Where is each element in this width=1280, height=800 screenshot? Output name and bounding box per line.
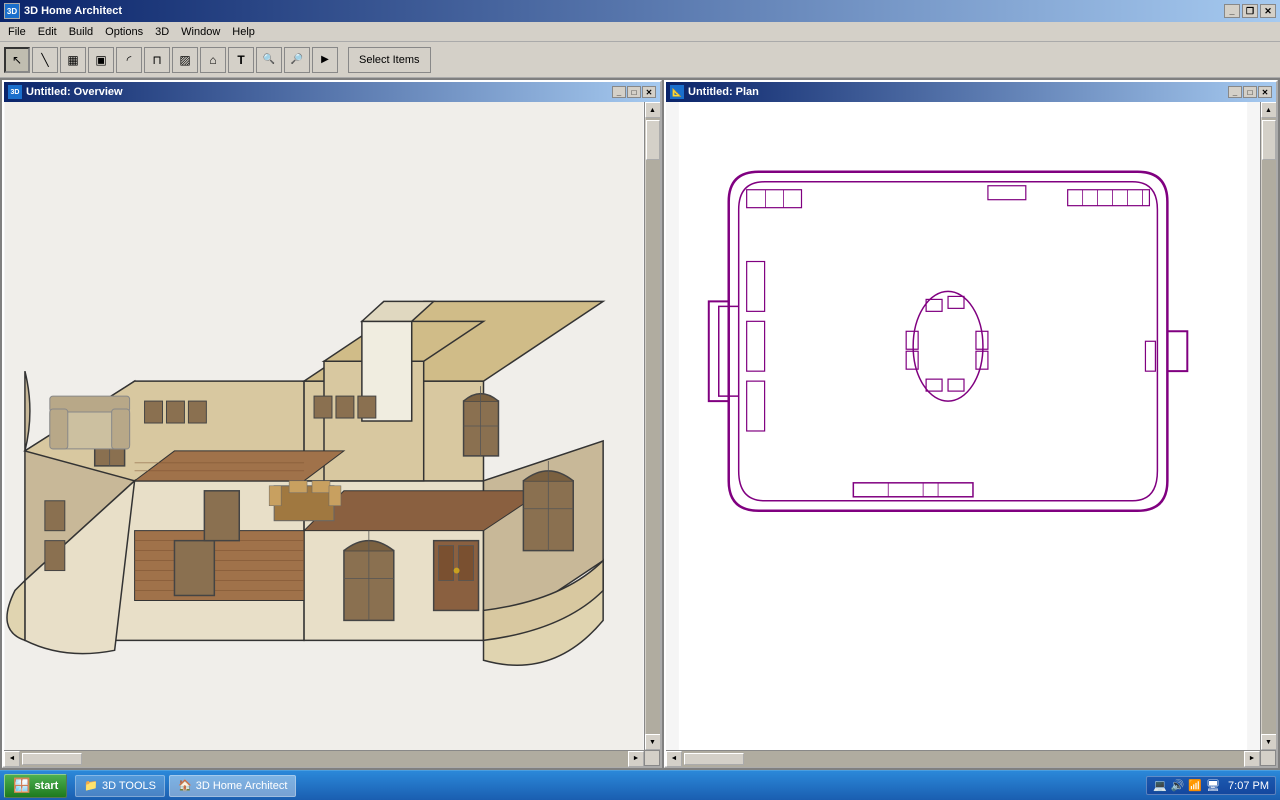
overview-content [4,102,644,750]
tool-select[interactable]: ↖ [4,47,30,73]
menu-build[interactable]: Build [63,24,99,40]
plan-scroll-track-h[interactable] [682,751,1244,767]
plan-close[interactable]: ✕ [1258,86,1272,98]
plan-title: Untitled: Plan [688,86,759,98]
overview-scroll-track-h[interactable] [20,751,628,767]
plan-icon: 📐 [670,85,684,99]
plan-scroll-thumb-v[interactable] [1262,120,1276,160]
tool-roof[interactable]: ⌂ [200,47,226,73]
taskbar-icon-2: 🔊 [1171,779,1185,792]
menu-help[interactable]: Help [226,24,261,40]
taskbar-time: 7:07 PM [1228,780,1269,792]
app-title-bar: 3D 3D Home Architect _ ❐ ✕ [0,0,1280,22]
floor-plan-view [666,102,1260,750]
overview-corner [644,750,660,766]
overview-window: 3D Untitled: Overview _ □ ✕ [2,80,662,768]
menu-3d[interactable]: 3D [149,24,175,40]
plan-scroll-right[interactable]: ► [1244,751,1260,767]
tool-hatch[interactable]: ▨ [172,47,198,73]
app-title: 3D Home Architect [24,5,122,17]
overview-scroll-thumb-h[interactable] [22,753,82,765]
taskbar-3dtools-label: 3D TOOLS [102,780,156,792]
menu-file[interactable]: File [2,24,32,40]
select-items-button[interactable]: Select Items [348,47,431,73]
overview-window-controls: _ □ ✕ [612,86,656,98]
start-label: start [34,780,58,792]
menu-bar: File Edit Build Options 3D Window Help [0,22,1280,42]
overview-scroll-left[interactable]: ◄ [4,751,20,767]
taskbar-icon-4: 🖥 [1206,779,1220,792]
overview-close[interactable]: ✕ [642,86,656,98]
tool-door[interactable]: ⊓ [144,47,170,73]
overview-minimize[interactable]: _ [612,86,626,98]
plan-content [666,102,1260,750]
taskbar-architect-icon: 🏠 [178,779,192,792]
tool-zoom-out[interactable]: 🔎 [284,47,310,73]
overview-icon: 3D [8,85,22,99]
plan-scroll-down[interactable]: ▼ [1261,734,1277,750]
taskbar-3dtools-icon: 📁 [84,779,98,792]
taskbar: 🪟 start 📁 3D TOOLS 🏠 3D Home Architect 💻… [0,770,1280,800]
plan-bottom-row: ◄ ► [666,750,1276,766]
plan-scroll-thumb-h[interactable] [684,753,744,765]
overview-bottom-row: ◄ ► [4,750,660,766]
plan-window-controls: _ □ ✕ [1228,86,1272,98]
app-window-controls: _ ❐ ✕ [1224,4,1276,18]
overview-title: Untitled: Overview [26,86,123,98]
plan-scroll-track-v[interactable] [1262,118,1276,734]
taskbar-architect-label: 3D Home Architect [196,780,288,792]
taskbar-items: 📁 3D TOOLS 🏠 3D Home Architect [75,775,1146,797]
taskbar-item-architect[interactable]: 🏠 3D Home Architect [169,775,296,797]
plan-corner [1260,750,1276,766]
menu-window[interactable]: Window [175,24,226,40]
overview-maximize[interactable]: □ [627,86,641,98]
toolbar: ↖ ╲ ▦ ▣ ◜ ⊓ ▨ ⌂ T 🔍 🔎 ▶ Select Items [0,42,1280,78]
overview-scroll-track-v[interactable] [646,118,660,734]
app-close-btn[interactable]: ✕ [1260,4,1276,18]
app-icon: 3D [4,3,20,19]
house-3d-view [4,102,644,750]
taskbar-icon-3: 📶 [1188,779,1202,792]
overview-title-bar: 3D Untitled: Overview _ □ ✕ [4,82,660,102]
plan-scrollbar-v[interactable]: ▲ ▼ [1260,102,1276,750]
overview-scroll-up[interactable]: ▲ [645,102,661,118]
overview-scrollbar-v[interactable]: ▲ ▼ [644,102,660,750]
taskbar-icon-1: 💻 [1153,779,1167,792]
plan-window: 📐 Untitled: Plan _ □ ✕ [664,80,1278,768]
plan-title-bar: 📐 Untitled: Plan _ □ ✕ [666,82,1276,102]
overview-scroll-down[interactable]: ▼ [645,734,661,750]
taskbar-system-tray: 💻 🔊 📶 🖥 7:07 PM [1146,776,1276,795]
tool-wall[interactable]: ▣ [88,47,114,73]
taskbar-item-3dtools[interactable]: 📁 3D TOOLS [75,775,165,797]
menu-edit[interactable]: Edit [32,24,63,40]
tool-render[interactable]: ▶ [312,47,338,73]
overview-scroll-right[interactable]: ► [628,751,644,767]
overview-scroll-thumb-v[interactable] [646,120,660,160]
plan-maximize[interactable]: □ [1243,86,1257,98]
tool-zoom-in[interactable]: 🔍 [256,47,282,73]
menu-options[interactable]: Options [99,24,149,40]
plan-minimize[interactable]: _ [1228,86,1242,98]
overview-scrollbar-h[interactable]: ◄ ► [4,750,644,766]
app-minimize-btn[interactable]: _ [1224,4,1240,18]
plan-scroll-left[interactable]: ◄ [666,751,682,767]
tool-arc[interactable]: ◜ [116,47,142,73]
start-button[interactable]: 🪟 start [4,774,67,798]
tool-draw-line[interactable]: ╲ [32,47,58,73]
plan-scrollbar-h[interactable]: ◄ ► [666,750,1260,766]
tool-text[interactable]: T [228,47,254,73]
plan-scroll-up[interactable]: ▲ [1261,102,1277,118]
workspace: 3D Untitled: Overview _ □ ✕ [0,78,1280,770]
tool-floor[interactable]: ▦ [60,47,86,73]
app-maximize-btn[interactable]: ❐ [1242,4,1258,18]
